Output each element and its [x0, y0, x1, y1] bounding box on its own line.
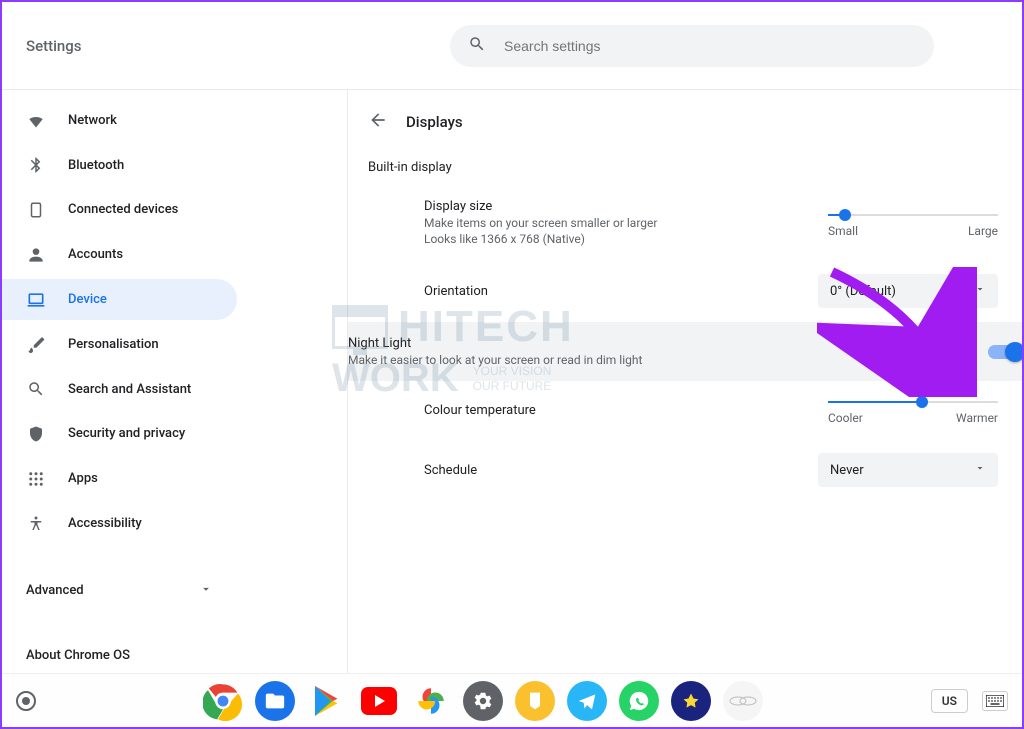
schedule-value: Never	[830, 463, 864, 478]
back-button[interactable]	[368, 110, 388, 134]
slider-max-label: Warmer	[956, 411, 998, 425]
schedule-select[interactable]: Never	[818, 453, 998, 487]
advanced-label: Advanced	[26, 583, 84, 598]
sidebar-item-label: Security and privacy	[68, 426, 185, 441]
locale-indicator[interactable]: US	[931, 689, 968, 713]
sidebar-item-label: Connected devices	[68, 202, 178, 217]
display-size-desc: Make items on your screen smaller or lar…	[424, 216, 657, 230]
sidebar-item-accessibility[interactable]: Accessibility	[2, 503, 237, 544]
sidebar-item-search-assistant[interactable]: Search and Assistant	[2, 369, 237, 410]
apps-icon	[26, 470, 46, 488]
search-input[interactable]	[504, 38, 916, 54]
sidebar-advanced[interactable]: Advanced	[2, 572, 237, 610]
display-size-resolution: Looks like 1366 x 768 (Native)	[424, 232, 657, 246]
wifi-icon	[26, 110, 46, 130]
display-size-slider[interactable]: Small Large	[828, 208, 998, 238]
devices-icon	[26, 201, 46, 219]
photos-icon[interactable]	[411, 681, 451, 721]
app-title: Settings	[26, 37, 426, 55]
chevron-down-icon	[199, 582, 213, 600]
slider-min-label: Cooler	[828, 411, 863, 425]
search-icon	[468, 35, 486, 57]
person-icon	[26, 245, 46, 265]
display-size-title: Display size	[424, 199, 657, 214]
laptop-icon	[26, 290, 46, 310]
settings-icon[interactable]	[463, 681, 503, 721]
main-content: Displays Built-in display Display size M…	[348, 90, 1022, 673]
section-title: Built-in display	[348, 160, 1022, 185]
sidebar-item-connected-devices[interactable]: Connected devices	[2, 190, 237, 231]
slider-max-label: Large	[968, 224, 998, 238]
sidebar-item-label: Accounts	[68, 247, 123, 262]
play-store-icon[interactable]	[307, 681, 347, 721]
sidebar-item-label: Device	[68, 292, 107, 307]
sidebar-item-label: Accessibility	[68, 516, 142, 531]
accessibility-icon	[26, 515, 46, 533]
search-icon	[26, 380, 46, 398]
sidebar-item-label: Personalisation	[68, 337, 159, 352]
whatsapp-icon[interactable]	[619, 681, 659, 721]
row-colour-temp: Colour temperature Cooler Warmer	[368, 381, 1002, 439]
app-icon[interactable]	[671, 681, 711, 721]
chevron-down-icon	[974, 462, 986, 478]
night-light-desc: Make it easier to look at your screen or…	[348, 353, 642, 367]
orientation-title: Orientation	[424, 284, 488, 299]
app-icon[interactable]	[723, 681, 763, 721]
sidebar-item-security[interactable]: Security and privacy	[2, 414, 237, 455]
sidebar-item-label: Apps	[68, 471, 98, 486]
chrome-icon[interactable]	[203, 681, 243, 721]
chevron-down-icon	[974, 283, 986, 299]
sidebar-item-bluetooth[interactable]: Bluetooth	[2, 145, 237, 186]
slider-min-label: Small	[828, 224, 858, 238]
sidebar-item-network[interactable]: Network	[2, 100, 237, 141]
shield-icon	[26, 425, 46, 443]
row-night-light: Night Light Make it easier to look at yo…	[348, 322, 1022, 381]
row-display-size: Display size Make items on your screen s…	[368, 185, 1002, 260]
launcher-button[interactable]	[16, 691, 36, 711]
sidebar-item-personalisation[interactable]: Personalisation	[2, 324, 237, 365]
bluetooth-icon	[26, 156, 46, 174]
sidebar-item-label: Search and Assistant	[68, 382, 191, 397]
toggle-knob	[1005, 342, 1022, 362]
night-light-title: Night Light	[348, 336, 642, 351]
row-schedule: Schedule Never	[368, 439, 1002, 501]
night-light-toggle[interactable]	[988, 345, 1022, 359]
sidebar-about[interactable]: About Chrome OS	[2, 638, 347, 673]
orientation-value: 0° (Default)	[830, 284, 896, 299]
youtube-icon[interactable]	[359, 681, 399, 721]
search-box[interactable]	[450, 25, 934, 67]
colour-temp-slider[interactable]: Cooler Warmer	[828, 395, 998, 425]
files-icon[interactable]	[255, 681, 295, 721]
sidebar: Network Bluetooth Connected devices Acco…	[2, 90, 348, 673]
orientation-select[interactable]: 0° (Default)	[818, 274, 998, 308]
schedule-title: Schedule	[424, 463, 477, 478]
shelf: US	[2, 673, 1022, 727]
colour-temp-title: Colour temperature	[424, 403, 536, 418]
sidebar-item-label: Network	[68, 113, 117, 128]
keyboard-icon[interactable]	[982, 691, 1008, 711]
telegram-icon[interactable]	[567, 681, 607, 721]
keep-icon[interactable]	[515, 681, 555, 721]
sidebar-item-apps[interactable]: Apps	[2, 458, 237, 499]
sidebar-item-label: Bluetooth	[68, 158, 124, 173]
sidebar-item-accounts[interactable]: Accounts	[2, 234, 237, 275]
sidebar-item-device[interactable]: Device	[2, 279, 237, 320]
row-orientation: Orientation 0° (Default)	[368, 260, 1002, 322]
brush-icon	[26, 335, 46, 353]
page-title: Displays	[406, 113, 463, 131]
